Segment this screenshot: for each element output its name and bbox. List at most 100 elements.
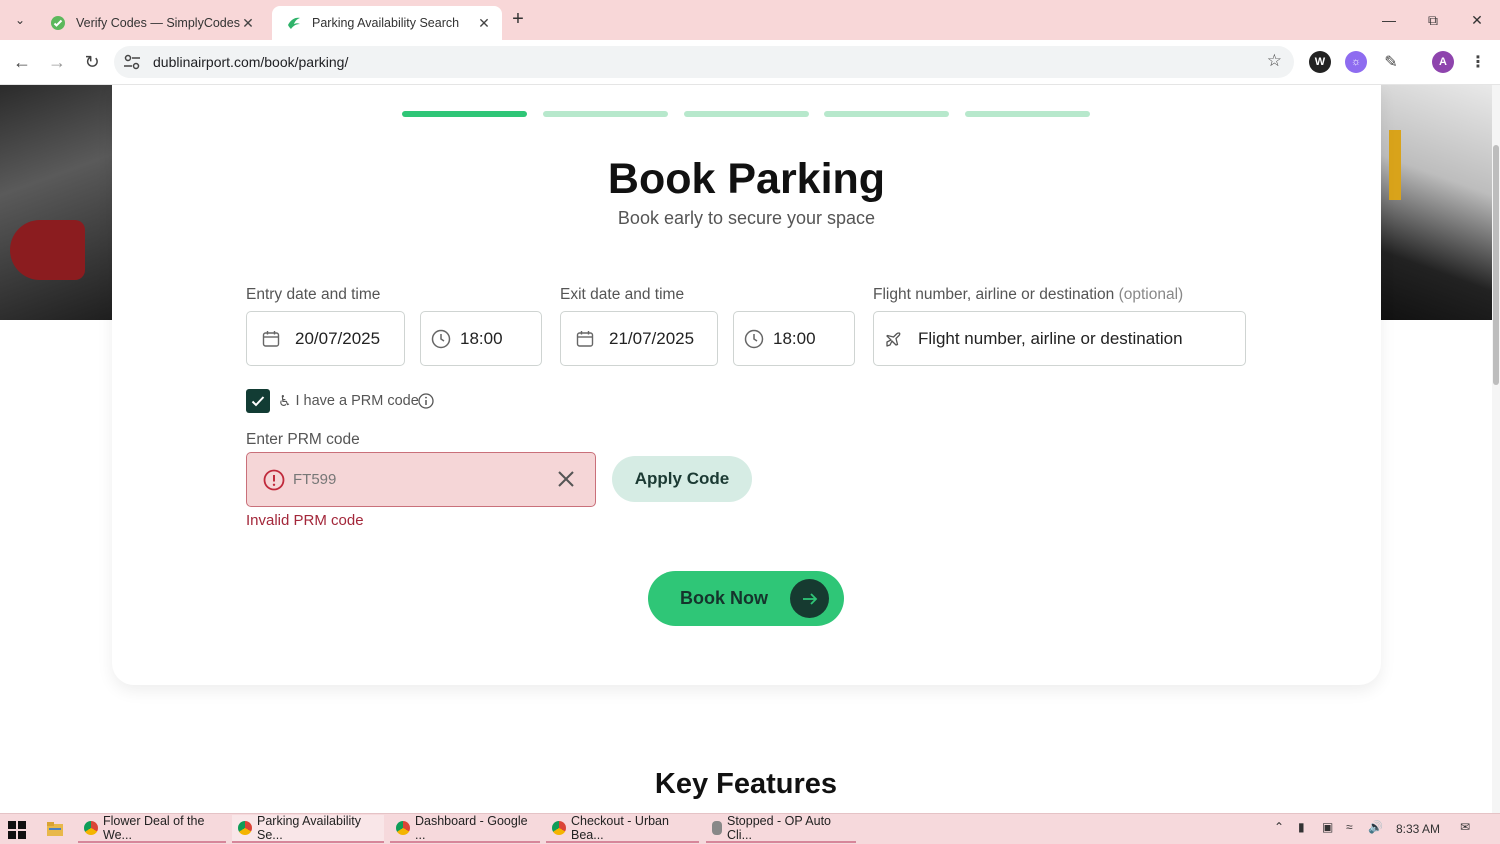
tab-verify-codes[interactable]: Verify Codes — SimplyCodes ✕	[36, 6, 266, 40]
taskbar-app-dashboard[interactable]: Dashboard - Google ...	[390, 814, 540, 843]
windows-start-icon[interactable]	[8, 821, 26, 839]
extension-w-icon[interactable]: W	[1309, 51, 1331, 73]
taskbar-app-op-auto-clicker[interactable]: Stopped - OP Auto Cli...	[706, 814, 856, 843]
tab-title: Verify Codes — SimplyCodes	[76, 16, 240, 30]
entry-label: Entry date and time	[246, 286, 381, 303]
entry-date-field[interactable]: 20/07/2025	[246, 311, 405, 366]
windows-taskbar: Flower Deal of the We... Parking Availab…	[0, 813, 1500, 844]
prm-code-value: FT599	[293, 471, 337, 488]
chrome-icon	[396, 821, 410, 835]
calendar-icon	[576, 330, 594, 347]
info-icon[interactable]	[418, 393, 434, 409]
reload-icon[interactable]: ↻	[78, 48, 106, 76]
clock-icon	[744, 329, 764, 348]
notifications-icon[interactable]: ✉	[1460, 820, 1470, 834]
browser-toolbar: ← → ↻ dublinairport.com/book/parking/ ☆ …	[0, 40, 1500, 85]
exit-time-field[interactable]: 18:00	[733, 311, 855, 366]
progress-step-4	[824, 111, 949, 117]
exit-date-value: 21/07/2025	[609, 328, 695, 348]
plane-icon	[886, 331, 901, 347]
optional-tag: (optional)	[1118, 286, 1184, 303]
battery-icon[interactable]: ▮	[1298, 820, 1305, 834]
dublin-airport-favicon-icon	[288, 17, 300, 29]
error-icon	[263, 469, 285, 491]
book-now-label: Book Now	[680, 588, 768, 608]
page-subtitle: Book early to secure your space	[617, 208, 876, 228]
site-info-icon[interactable]	[122, 53, 142, 71]
tab-title: Parking Availability Search	[312, 16, 460, 30]
page-viewport: Book Parking Book early to secure your s…	[0, 85, 1500, 813]
hero-image-left	[0, 85, 112, 320]
progress-step-3	[684, 111, 809, 117]
clock-icon	[431, 329, 451, 348]
entry-time-value: 18:00	[460, 328, 503, 348]
page-scrollbar[interactable]	[1492, 85, 1500, 813]
chrome-icon	[238, 821, 252, 835]
prm-code-label: Enter PRM code	[246, 431, 360, 448]
calendar-icon	[262, 330, 280, 347]
taskbar-app-label: Checkout - Urban Bea...	[571, 814, 669, 842]
prm-checkbox-label[interactable]: ♿ I have a PRM code	[278, 392, 419, 410]
browser-tab-bar: ⌄ Verify Codes — SimplyCodes ✕ Parking A…	[0, 0, 1500, 40]
back-icon[interactable]: ←	[8, 48, 36, 76]
book-now-button[interactable]: Book Now	[648, 571, 844, 626]
auto-clicker-icon	[712, 821, 722, 835]
extension-purple-icon[interactable]: ☼	[1345, 51, 1367, 73]
display-icon[interactable]: ▣	[1322, 820, 1333, 834]
taskbar-app-flower-deal[interactable]: Flower Deal of the We...	[78, 814, 226, 843]
wifi-icon[interactable]: ≈	[1346, 820, 1353, 834]
prm-error-message: Invalid PRM code	[246, 512, 364, 529]
scrollbar-thumb[interactable]	[1493, 145, 1499, 385]
minimize-icon[interactable]: —	[1366, 0, 1412, 40]
prm-code-input[interactable]: FT599	[246, 452, 596, 507]
new-tab-icon[interactable]: +	[506, 8, 530, 32]
arrow-right-icon	[790, 579, 829, 618]
progress-step-5	[965, 111, 1090, 117]
booking-card: Book Parking Book early to secure your s…	[112, 85, 1381, 685]
page-title: Book Parking	[607, 155, 886, 203]
apply-code-button[interactable]: Apply Code	[612, 456, 752, 502]
taskbar-app-label: Dashboard - Google ...	[415, 814, 528, 842]
browser-menu-icon[interactable]: ⋮	[1467, 51, 1489, 73]
restore-icon[interactable]: ⧉	[1410, 0, 1456, 40]
entry-time-field[interactable]: 18:00	[420, 311, 542, 366]
simplycodes-favicon-icon	[51, 16, 65, 30]
taskbar-app-checkout[interactable]: Checkout - Urban Bea...	[546, 814, 699, 843]
taskbar-app-parking[interactable]: Parking Availability Se...	[232, 814, 384, 843]
progress-step-2	[543, 111, 668, 117]
flight-input[interactable]: Flight number, airline or destination	[873, 311, 1246, 366]
tab-close-icon[interactable]: ✕	[240, 15, 256, 32]
tab-parking-availability[interactable]: Parking Availability Search ✕	[272, 6, 502, 40]
key-features-heading: Key Features	[654, 768, 838, 800]
prm-checkbox[interactable]	[246, 389, 270, 413]
hero-image-right	[1381, 85, 1492, 320]
tray-overflow-icon[interactable]: ⌃	[1274, 820, 1284, 834]
prm-checkbox-text: I have a PRM code	[295, 393, 419, 409]
clock-time[interactable]: 8:33 AM	[1396, 822, 1440, 836]
profile-avatar[interactable]: A	[1432, 51, 1454, 73]
checkmark-icon	[251, 396, 265, 407]
flight-placeholder: Flight number, airline or destination	[918, 328, 1183, 348]
flight-label: Flight number, airline or destination (o…	[873, 286, 1183, 304]
exit-date-field[interactable]: 21/07/2025	[560, 311, 718, 366]
wheelchair-icon: ♿	[278, 393, 292, 410]
clear-input-icon[interactable]	[555, 468, 577, 490]
bookmark-star-icon[interactable]: ☆	[1267, 51, 1282, 71]
forward-icon[interactable]: →	[43, 48, 71, 76]
volume-icon[interactable]: 🔊	[1368, 820, 1383, 834]
chrome-icon	[84, 821, 98, 835]
flight-label-text: Flight number, airline or destination	[873, 286, 1115, 303]
extensions-puzzle-icon[interactable]: ✎	[1380, 51, 1402, 73]
tab-search-menu-icon[interactable]: ⌄	[8, 8, 32, 32]
window-close-icon[interactable]: ✕	[1454, 0, 1500, 40]
address-bar[interactable]: dublinairport.com/book/parking/ ☆	[114, 46, 1294, 78]
entry-date-value: 20/07/2025	[295, 328, 381, 348]
exit-time-value: 18:00	[773, 328, 816, 348]
taskbar-app-label: Flower Deal of the We...	[103, 814, 205, 842]
progress-step-1	[402, 111, 527, 117]
taskbar-app-label: Stopped - OP Auto Cli...	[727, 814, 832, 842]
tab-close-icon[interactable]: ✕	[476, 15, 492, 32]
file-explorer-icon[interactable]	[46, 820, 64, 838]
chrome-icon	[552, 821, 566, 835]
exit-label: Exit date and time	[560, 286, 685, 303]
